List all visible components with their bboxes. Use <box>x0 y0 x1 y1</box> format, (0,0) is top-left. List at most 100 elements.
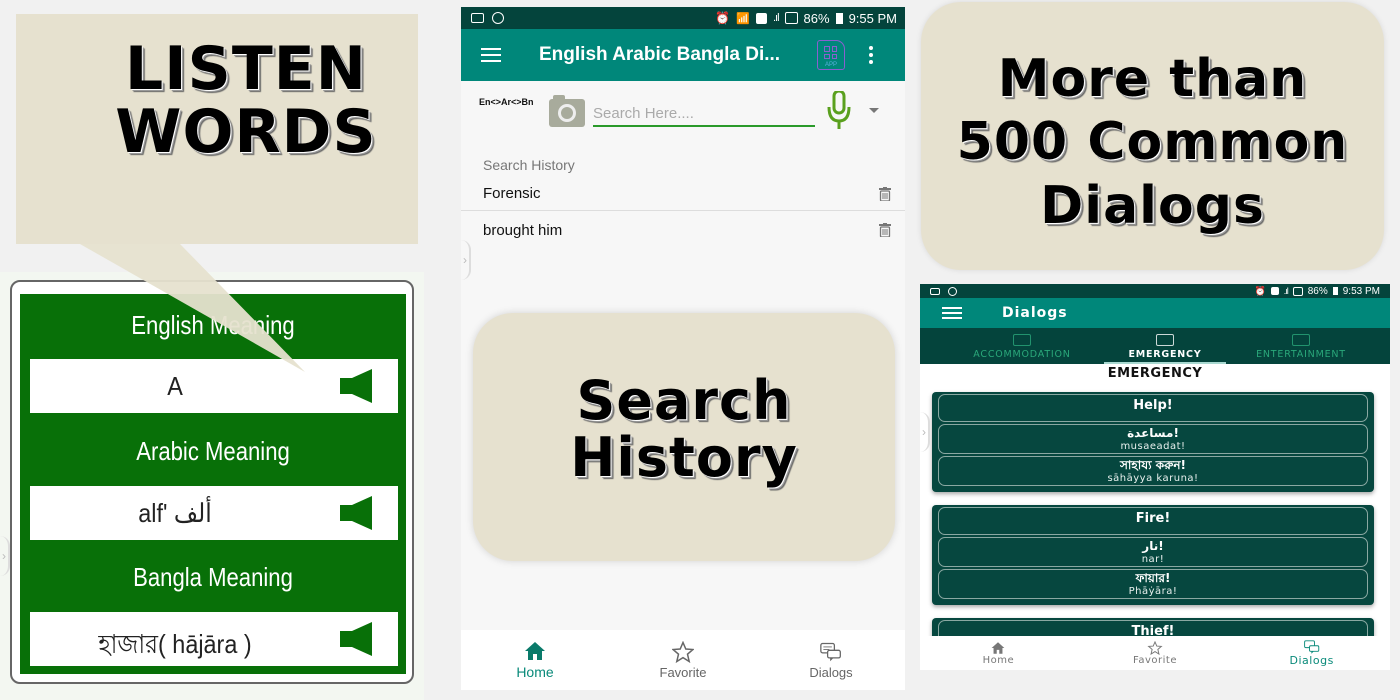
sim-2-icon <box>755 12 767 24</box>
history-item-text: brought him <box>483 221 563 239</box>
dialog-arabic[interactable]: مساعدة! musaeadat! <box>938 424 1368 454</box>
search-bar: En<>Ar<>Bn <box>461 81 905 149</box>
menu-icon[interactable] <box>481 48 501 62</box>
sim-2-icon <box>1270 287 1279 295</box>
party-popper-icon <box>1292 334 1310 346</box>
dialog-bangla[interactable]: সাহায্য করুন! sāhāyya karuna! <box>938 456 1368 486</box>
camera-icon[interactable] <box>549 95 585 127</box>
screenshot-canvas: LISTEN WORDS English Meaning A Arabic Me… <box>0 0 1400 700</box>
menu-icon[interactable] <box>942 307 962 319</box>
english-meaning-row: A <box>30 359 398 413</box>
alarm-icon: ⏰ <box>715 11 731 25</box>
arabic-text: مساعدة! <box>1127 426 1179 440</box>
english-meaning-value: A <box>167 371 183 401</box>
promo-line: More than <box>997 49 1308 109</box>
dropdown-arrow-icon[interactable] <box>869 108 879 113</box>
more-options-icon[interactable] <box>869 46 873 64</box>
meaning-card-green-panel: English Meaning A Arabic Meaning alf' أل… <box>20 294 406 674</box>
promo-line: LISTEN <box>125 34 367 104</box>
bangla-meaning-value: হাজার( hājāra ) <box>98 629 252 659</box>
battery-percent: 86% <box>803 10 830 26</box>
bottom-navigation: Home Favorite Dialogs <box>461 630 905 690</box>
arabic-meaning-row: alf' ألف <box>30 486 398 540</box>
star-icon <box>672 640 694 663</box>
dialog-english[interactable]: Help! <box>938 394 1368 422</box>
arabic-transliteration: musaeadat! <box>1120 441 1186 452</box>
dialogs-screen-phone: ⏰ .ıl 86% 9:53 PM Dialogs ACCOMMODATION … <box>920 284 1390 670</box>
tab-label: ACCOMMODATION <box>973 349 1071 360</box>
history-item[interactable]: Forensic <box>461 177 905 211</box>
trash-icon[interactable] <box>879 186 891 201</box>
battery-percent: 86% <box>1307 285 1328 297</box>
battery-icon <box>835 12 843 24</box>
tab-emergency[interactable]: EMERGENCY <box>1104 328 1226 364</box>
siren-icon <box>1156 334 1174 346</box>
bangla-meaning-label: Bangla Meaning <box>133 562 293 592</box>
nav-label: Home <box>516 664 554 680</box>
bangla-meaning-row: হাজার( hājāra ) <box>30 612 398 666</box>
history-item-text: Forensic <box>483 185 541 202</box>
chevron-right-icon: › <box>920 412 930 452</box>
nav-label: Home <box>982 654 1015 666</box>
promo-line: Search <box>576 369 792 432</box>
dialog-arabic[interactable]: نار! nar! <box>938 537 1368 567</box>
listen-words-promo-bubble: LISTEN WORDS <box>16 14 418 244</box>
chevron-right-icon: › <box>0 536 10 576</box>
app-store-icon[interactable]: APP <box>817 40 845 70</box>
microphone-icon[interactable] <box>827 91 851 129</box>
app-bar: English Arabic Bangla Di... APP <box>461 29 905 81</box>
assistant-icon <box>492 12 504 24</box>
assistant-icon <box>948 286 957 296</box>
nav-favorite[interactable]: Favorite <box>609 630 757 690</box>
history-item[interactable]: brought him <box>461 211 905 249</box>
bangla-text: ফায়ার! <box>1135 571 1171 585</box>
nav-favorite[interactable]: Favorite <box>1077 636 1234 670</box>
speaker-icon[interactable] <box>340 622 374 656</box>
nav-dialogs[interactable]: Dialogs <box>1233 636 1390 670</box>
promo-headline: LISTEN WORDS <box>86 38 406 164</box>
search-input[interactable] <box>593 95 815 127</box>
image-icon <box>930 287 940 295</box>
meaning-card: English Meaning A Arabic Meaning alf' أل… <box>10 280 414 684</box>
promo-line: WORDS <box>115 97 377 167</box>
signal-icon: .ıl <box>772 12 779 24</box>
category-tabs: ACCOMMODATION EMERGENCY ENTERTAINMENT <box>920 328 1390 364</box>
bottom-navigation: Home Favorite Dialogs <box>920 636 1390 670</box>
nav-label: Favorite <box>659 664 707 680</box>
nav-dialogs[interactable]: Dialogs <box>757 630 905 690</box>
speaker-icon[interactable] <box>340 369 374 403</box>
dialog-bangla[interactable]: ফায়ার! Phāẏāra! <box>938 569 1368 599</box>
status-bar: ⏰ .ıl 86% 9:53 PM <box>920 284 1390 298</box>
home-screen-phone: ⏰ 📶 .ıl 86% 9:55 PM English Arabic Bangl… <box>461 7 905 690</box>
hotel-icon <box>1013 334 1031 346</box>
bangla-transliteration: sāhāyya karuna! <box>1107 473 1199 484</box>
alarm-icon: ⏰ <box>1254 285 1266 296</box>
clock-time: 9:53 PM <box>1342 285 1380 297</box>
app-title: English Arabic Bangla Di... <box>539 44 781 65</box>
arabic-meaning-label: Arabic Meaning <box>136 436 290 466</box>
trash-icon[interactable] <box>879 223 891 237</box>
tab-entertainment[interactable]: ENTERTAINMENT <box>1226 328 1376 364</box>
nav-home[interactable]: Home <box>920 636 1077 670</box>
nav-home[interactable]: Home <box>461 630 609 690</box>
status-bar: ⏰ 📶 .ıl 86% 9:55 PM <box>461 7 905 29</box>
promo-line: Dialogs <box>1040 175 1265 236</box>
promo-headline: Search History <box>473 369 895 489</box>
app-title: Dialogs <box>1002 305 1068 321</box>
arabic-text: نار! <box>1142 539 1164 553</box>
battery-icon <box>1332 287 1338 295</box>
dialog-card[interactable]: Help! مساعدة! musaeadat! সাহায্য করুন! s… <box>932 392 1374 492</box>
search-history-heading: Search History <box>483 157 575 173</box>
promo-line: History <box>570 425 798 489</box>
star-icon <box>1147 640 1163 655</box>
dialog-card[interactable]: Fire! نار! nar! ফায়ার! Phāẏāra! <box>932 505 1374 605</box>
tab-accommodation[interactable]: ACCOMMODATION <box>940 328 1104 364</box>
speaker-icon[interactable] <box>340 496 374 530</box>
nav-label: Dialogs <box>809 664 853 680</box>
dialogs-promo-bubble: More than 500 Common Dialogs <box>921 2 1384 270</box>
wifi-icon: 📶 <box>736 12 750 25</box>
language-toggle-button[interactable]: En<>Ar<>Bn <box>479 97 534 109</box>
dialog-english[interactable]: Fire! <box>938 507 1368 535</box>
clock-time: 9:55 PM <box>848 10 897 26</box>
app-bar: Dialogs <box>920 298 1390 328</box>
